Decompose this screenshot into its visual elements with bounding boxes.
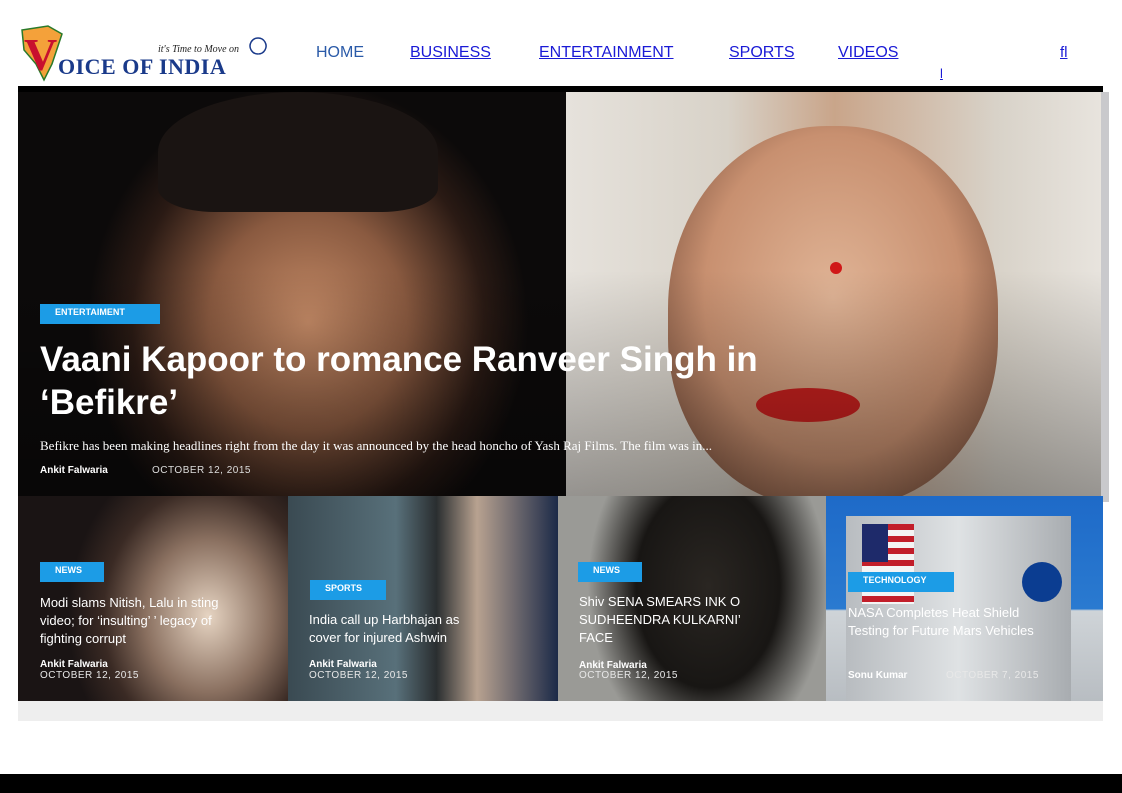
hero-title[interactable]: Vaani Kapoor to romance Ranveer Singh in…	[40, 338, 900, 424]
logo-letter: V	[24, 29, 58, 80]
nasa-logo-icon	[1022, 562, 1062, 602]
card-author[interactable]: Ankit Falwaria	[40, 659, 108, 670]
card-technology-nasa[interactable]: TECHNOLOGY NASA Completes Heat Shield Te…	[826, 496, 1103, 701]
cards-bottom-strip	[18, 701, 1103, 721]
search-icon[interactable]: ﬂ	[1060, 44, 1068, 61]
card-title[interactable]: NASA Completes Heat Shield Testing for F…	[848, 604, 1048, 640]
card-title[interactable]: Modi slams Nitish, Lalu in sting video; …	[40, 594, 250, 648]
card-news-modi[interactable]: NEWS Modi slams Nitish, Lalu in sting vi…	[18, 496, 288, 701]
hero-date: OCTOBER 12, 2015	[152, 465, 251, 476]
footer-bar	[0, 774, 1122, 793]
hero-edge	[1101, 92, 1109, 502]
card-date: OCTOBER 12, 2015	[309, 670, 408, 681]
nav-overflow-icon[interactable]: l	[940, 66, 943, 81]
nav-item-business[interactable]: BUSINESS	[410, 44, 491, 62]
featured-cards: NEWS Modi slams Nitish, Lalu in sting vi…	[18, 496, 1103, 701]
nav-item-sports[interactable]: SPORTS	[729, 44, 795, 62]
nav-item-home[interactable]: HOME	[316, 44, 364, 62]
card-title[interactable]: India call up Harbhajan as cover for inj…	[309, 611, 479, 647]
card-category-badge[interactable]: SPORTS	[310, 580, 386, 600]
logo-wordmark: OICE OF INDIA	[58, 54, 227, 79]
nav-item-videos[interactable]: VIDEOS	[838, 44, 898, 62]
card-title[interactable]: Shiv SENA SMEARS INK O SUDHEENDRA KULKAR…	[579, 593, 759, 647]
card-author[interactable]: Sonu Kumar	[848, 670, 907, 681]
card-date: OCTOBER 12, 2015	[40, 670, 139, 681]
card-date: OCTOBER 7, 2015	[946, 670, 1039, 681]
hero-excerpt: Befikre has been making headlines right …	[40, 438, 713, 453]
nav-item-entertainment[interactable]: ENTERTAINMENT	[539, 44, 674, 62]
hero-slide[interactable]: ENTERTAIMENT Vaani Kapoor to romance Ran…	[18, 86, 1103, 496]
card-sports-harbhajan[interactable]: SPORTS India call up Harbhajan as cover …	[288, 496, 558, 701]
hero-category-badge[interactable]: ENTERTAIMENT	[40, 304, 160, 324]
card-category-badge[interactable]: NEWS	[578, 562, 642, 582]
us-flag-icon	[862, 524, 914, 604]
card-category-badge[interactable]: NEWS	[40, 562, 104, 582]
card-author[interactable]: Ankit Falwaria	[309, 659, 377, 670]
card-category-badge[interactable]: TECHNOLOGY	[848, 572, 954, 592]
site-logo[interactable]: V it's Time to Move on OICE OF INDIA	[18, 24, 270, 82]
card-date: OCTOBER 12, 2015	[579, 670, 678, 681]
hero-overlay	[18, 86, 1103, 496]
hero-author[interactable]: Ankit Falwaria	[40, 465, 108, 476]
card-news-shivsena[interactable]: NEWS Shiv SENA SMEARS INK O SUDHEENDRA K…	[558, 496, 826, 701]
